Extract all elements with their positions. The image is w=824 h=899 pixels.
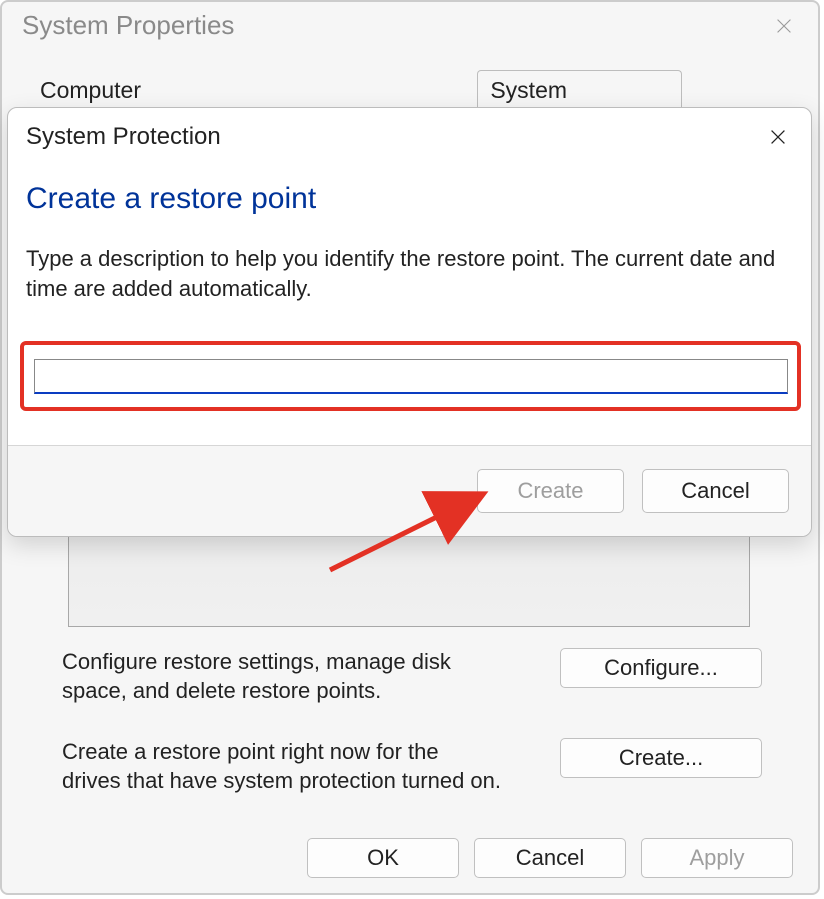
dialog-create-button[interactable]: Create <box>477 469 624 513</box>
parent-titlebar: System Properties <box>2 2 818 45</box>
annotation-highlight-box <box>20 341 801 411</box>
dialog-buttons-row: OK Cancel Apply <box>307 838 793 878</box>
dialog-titlebar: System Protection <box>8 108 811 152</box>
apply-button[interactable]: Apply <box>641 838 793 878</box>
dialog-footer: Create Cancel <box>8 445 811 536</box>
configure-row: Configure restore settings, manage disk … <box>62 648 762 705</box>
dialog-title: System Protection <box>26 123 221 151</box>
create-restore-point-dialog: System Protection Create a restore point… <box>7 107 812 537</box>
protection-settings-groupbox <box>68 536 750 627</box>
parent-window-title: System Properties <box>22 10 234 41</box>
dialog-heading: Create a restore point <box>8 152 811 216</box>
create-button[interactable]: Create... <box>560 738 762 778</box>
cancel-button[interactable]: Cancel <box>474 838 626 878</box>
configure-button[interactable]: Configure... <box>560 648 762 688</box>
restore-point-description-input[interactable] <box>34 359 788 394</box>
dialog-cancel-button[interactable]: Cancel <box>642 469 789 513</box>
create-description: Create a restore point right now for the… <box>62 738 502 795</box>
ok-button[interactable]: OK <box>307 838 459 878</box>
close-icon[interactable] <box>763 122 793 152</box>
create-row: Create a restore point right now for the… <box>62 738 762 795</box>
close-icon[interactable] <box>770 12 798 40</box>
dialog-instruction: Type a description to help you identify … <box>8 216 811 303</box>
configure-description: Configure restore settings, manage disk … <box>62 648 502 705</box>
